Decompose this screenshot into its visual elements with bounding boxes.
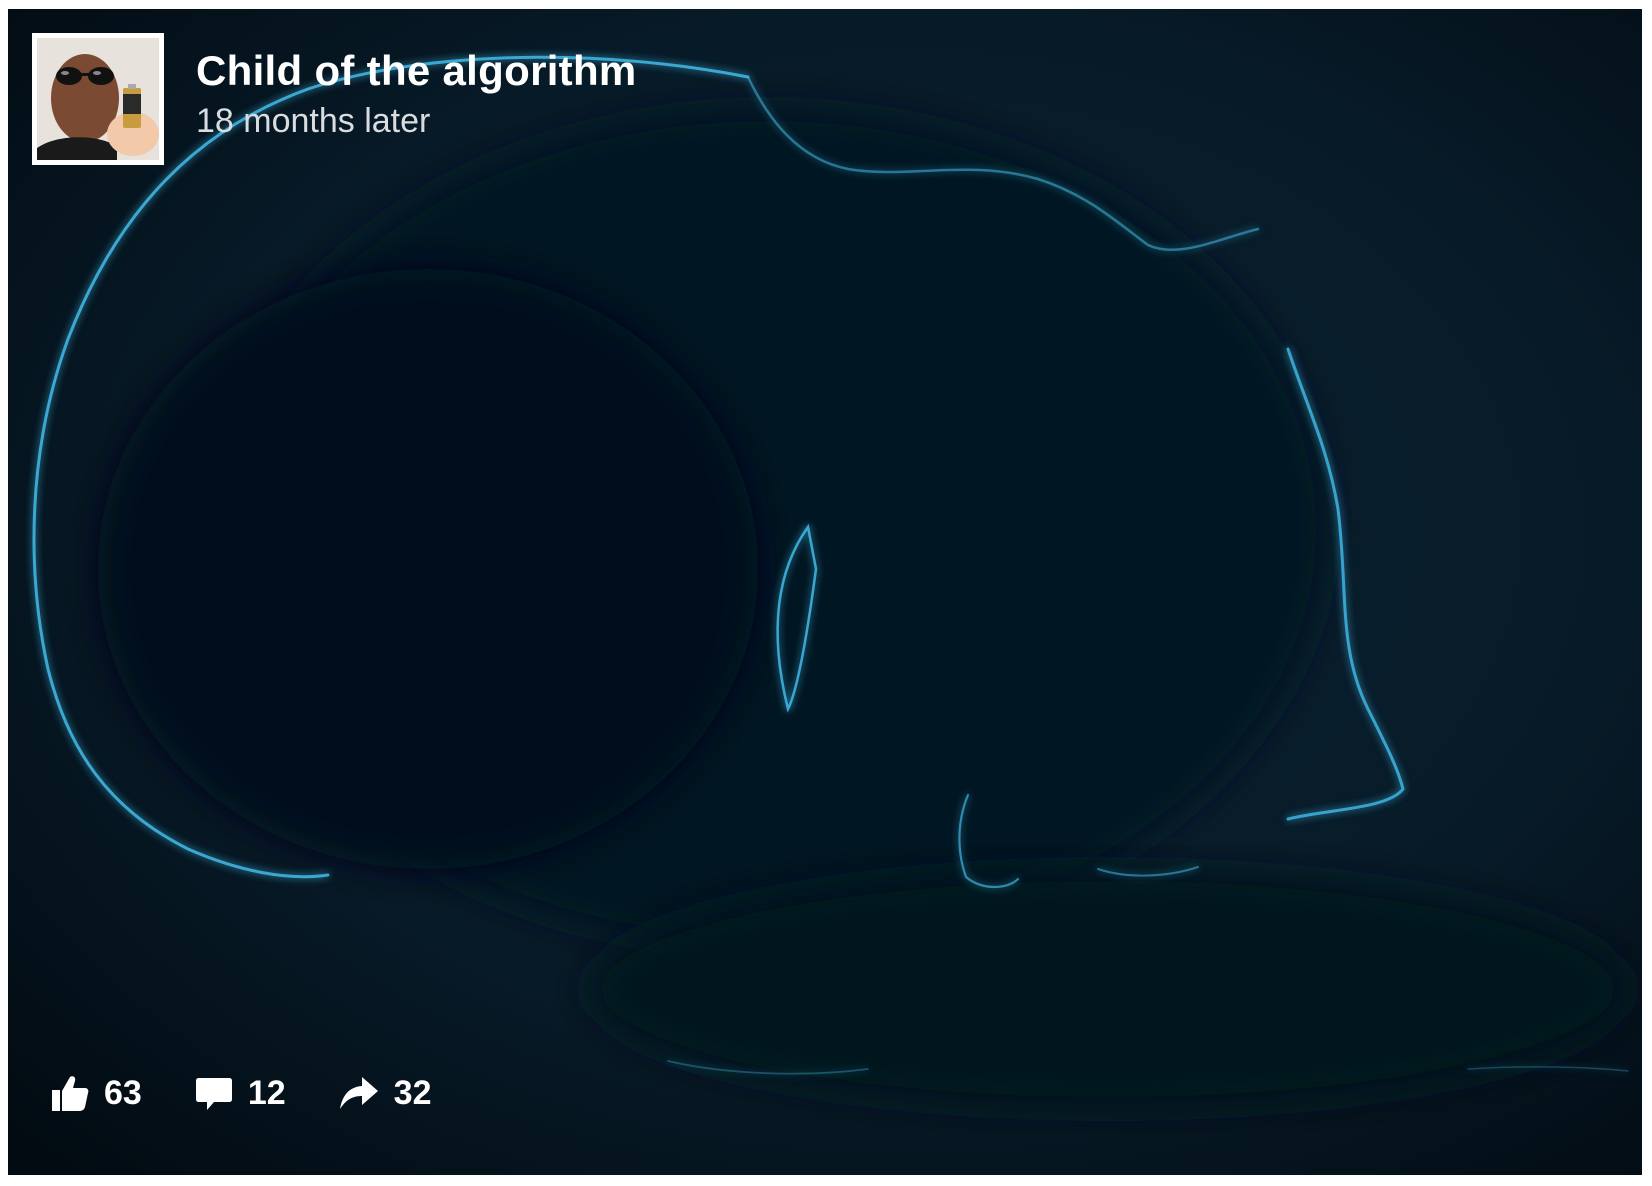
avatar[interactable] <box>32 33 164 165</box>
like-count: 63 <box>104 1073 142 1112</box>
action-bar: 63 12 32 <box>50 1073 483 1113</box>
share-arrow-icon <box>338 1073 380 1113</box>
sleeping-baby-image <box>8 9 1642 1175</box>
comment-button[interactable]: 12 <box>194 1073 286 1113</box>
post-header: Child of the algorithm 18 months later <box>32 33 637 165</box>
post-title: Child of the algorithm <box>196 47 637 94</box>
speech-bubble-icon <box>194 1073 234 1113</box>
thumbs-up-icon <box>50 1073 90 1113</box>
post-card: Child of the algorithm 18 months later 6… <box>8 9 1642 1175</box>
like-button[interactable]: 63 <box>50 1073 142 1113</box>
share-button[interactable]: 32 <box>338 1073 432 1113</box>
share-count: 32 <box>393 1073 432 1112</box>
profile-photo-icon <box>37 38 159 160</box>
post-subtitle: 18 months later <box>196 102 431 140</box>
comment-count: 12 <box>247 1073 286 1112</box>
